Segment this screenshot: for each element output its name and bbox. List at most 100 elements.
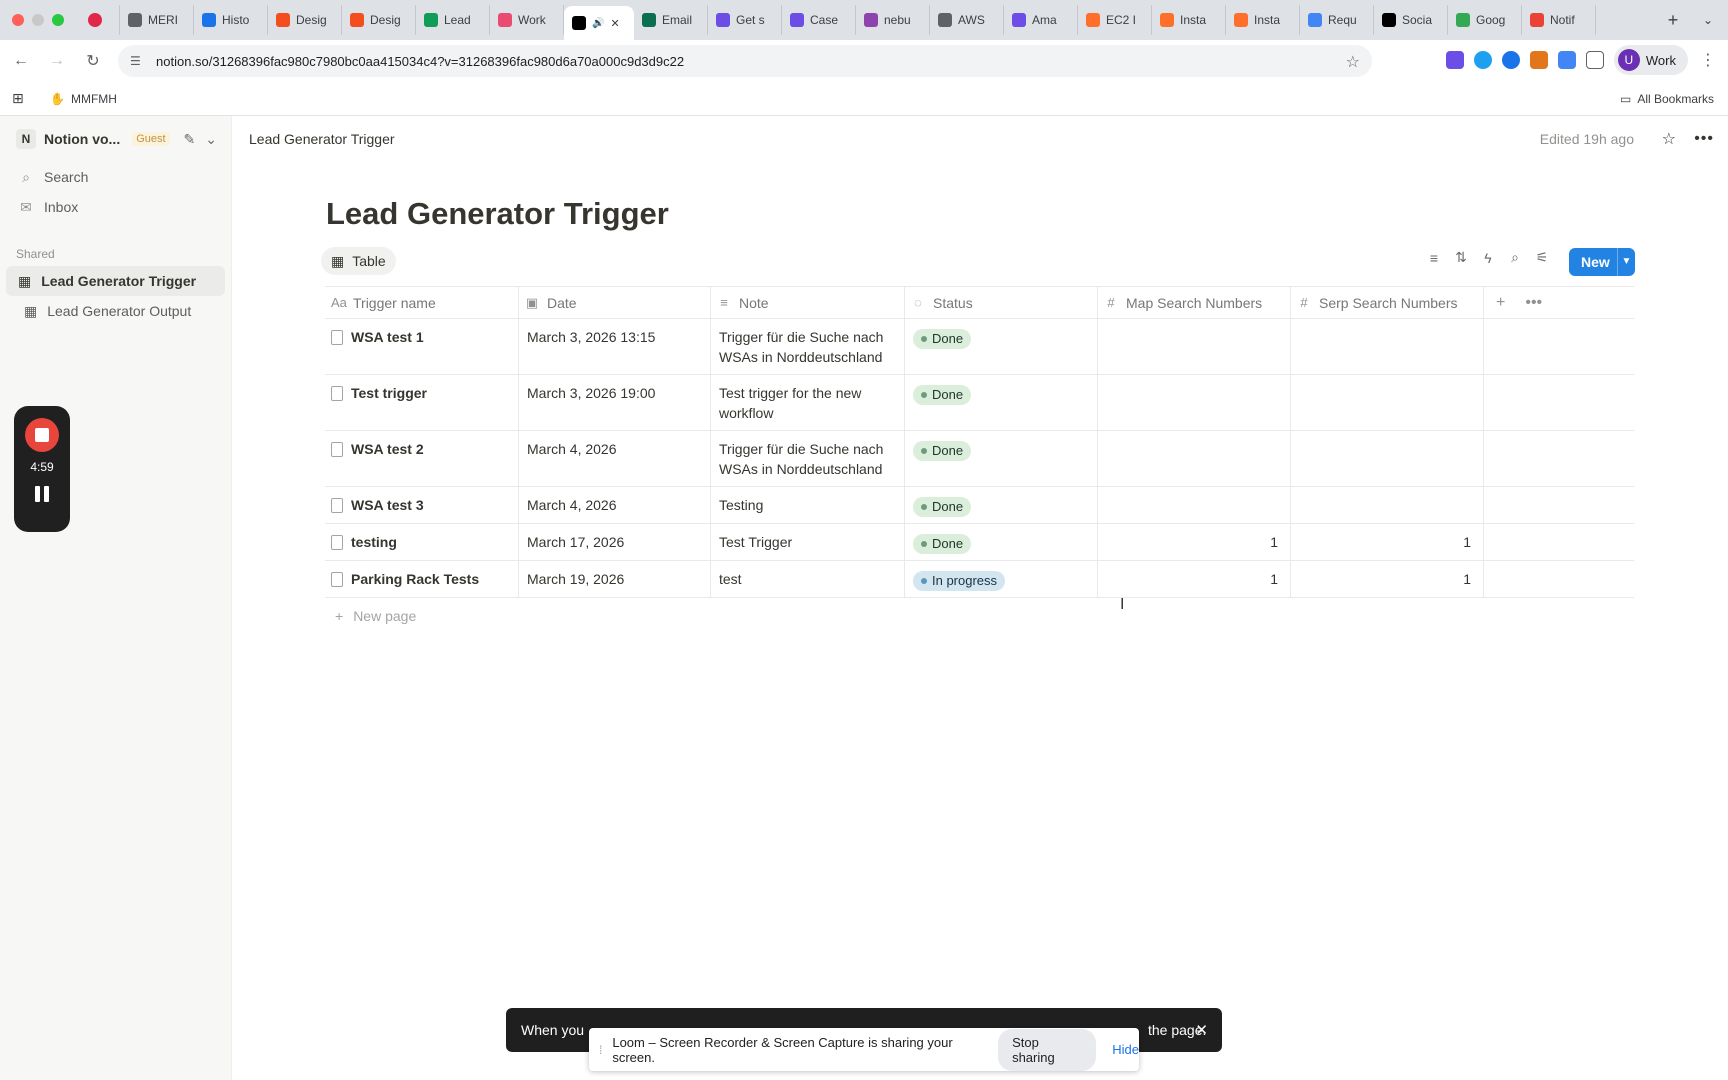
browser-tab[interactable]: Insta [1152,5,1226,35]
cell-map-search-numbers[interactable] [1098,375,1291,430]
drag-handle-icon[interactable]: ⁞ [599,1043,602,1057]
search-icon[interactable]: ⌕ [1507,249,1523,266]
table-row[interactable]: WSA test 1 March 3, 2026 13:15 Trigger für… [325,319,1634,375]
browser-tab[interactable]: Insta [1226,5,1300,35]
bookmark-star-icon[interactable]: ☆ [1346,52,1360,72]
table-row[interactable]: WSA test 2 March 4, 2026 Trigger für die S… [325,431,1634,487]
back-button[interactable]: ← [6,46,36,76]
profile-button[interactable]: U Work [1613,45,1688,75]
browser-tab[interactable]: Get s [708,5,782,35]
automation-bolt-icon[interactable]: ϟ [1480,250,1496,266]
puzzle-extensions-icon[interactable] [1585,51,1604,69]
site-info-icon[interactable]: ☰ [130,54,144,68]
column-header-note[interactable]: ≡ Note [711,287,905,318]
filter-icon[interactable]: ≡ [1426,250,1442,266]
new-button[interactable]: New ▼ [1569,248,1635,276]
cell-status[interactable]: Done [905,375,1098,430]
table-row[interactable]: WSA test 3 March 4, 2026 Testing Done [325,487,1634,524]
minimize-window-button[interactable] [32,14,44,26]
new-tab-button[interactable]: + [1658,10,1688,31]
browser-tab-active[interactable]: 🔊 ✕ [564,6,634,40]
more-options-icon[interactable]: ••• [1694,130,1714,148]
browser-tab[interactable]: AWS [930,5,1004,35]
column-header-trigger-name[interactable]: Aa Trigger name [325,287,519,318]
cell-status[interactable]: Done [905,431,1098,486]
browser-tab[interactable]: Histo [194,5,268,35]
cell-trigger-name[interactable]: WSA test 3 [325,487,519,523]
cell-status[interactable]: Done [905,524,1098,560]
close-tab-icon[interactable]: ✕ [610,17,619,30]
cell-date[interactable]: March 17, 2026 [519,524,711,560]
cell-date[interactable]: March 4, 2026 [519,431,711,486]
sort-icon[interactable]: ⇅ [1453,249,1469,266]
tab-search-chevron-icon[interactable]: ⌄ [1688,13,1728,27]
favorite-star-icon[interactable]: ☆ [1662,129,1676,149]
sidebar-inbox[interactable]: ✉ Inbox [0,192,231,222]
cell-note[interactable]: Testing [711,487,905,523]
browser-tab[interactable]: Goog [1448,5,1522,35]
column-header-serp-search-numbers[interactable]: # Serp Search Numbers [1291,287,1484,318]
forward-button[interactable]: → [42,46,72,76]
column-header-date[interactable]: ▣ Date [519,287,711,318]
browser-tab[interactable]: MERI [120,5,194,35]
add-column-plus-icon[interactable]: + [1496,294,1505,312]
browser-tab[interactable]: Desig [268,5,342,35]
browser-tab[interactable]: Ama [1004,5,1078,35]
browser-tab[interactable]: nebu [856,5,930,35]
zoom-window-button[interactable] [52,14,64,26]
browser-tab[interactable]: EC2 I [1078,5,1152,35]
column-header-status[interactable]: ◌ Status [905,287,1098,318]
cell-trigger-name[interactable]: Test trigger [325,375,519,430]
add-new-page-row[interactable]: + New page [325,598,1634,634]
cell-map-search-numbers[interactable] [1098,431,1291,486]
table-row[interactable]: Parking Rack Tests March 19, 2026 test In p… [325,561,1634,598]
cell-trigger-name[interactable]: testing [325,524,519,560]
cell-map-search-numbers[interactable] [1098,487,1291,523]
pause-recording-button[interactable] [35,486,49,502]
column-header-map-search-numbers[interactable]: # Map Search Numbers [1098,287,1291,318]
page-title[interactable]: Lead Generator Trigger [326,196,669,232]
browser-tab[interactable]: Work [490,5,564,35]
browser-tab[interactable]: Requ [1300,5,1374,35]
apps-grid-icon[interactable]: ⊞ [12,90,32,107]
cell-status[interactable]: In progress [905,561,1098,597]
sidebar-item-lead-generator-trigger[interactable]: ▦ Lead Generator Trigger [6,266,225,296]
more-options-icon[interactable]: ••• [1525,294,1542,312]
close-icon[interactable]: ✕ [1195,1021,1208,1039]
browser-tab[interactable]: Notif [1522,5,1596,35]
extension-icon[interactable] [1501,51,1520,69]
cell-map-search-numbers[interactable]: 1 [1098,524,1291,560]
browser-tab[interactable]: Desig [342,5,416,35]
browser-tab[interactable]: Socia [1374,5,1448,35]
cell-note[interactable]: test [711,561,905,597]
chevron-down-icon[interactable]: ▼ [1617,248,1635,276]
stop-sharing-button[interactable]: Stop sharing [998,1028,1097,1071]
address-bar[interactable]: ☰ notion.so/31268396fac980c7980bc0aa4150… [118,45,1372,77]
cell-status[interactable]: Done [905,319,1098,374]
cell-note[interactable]: Test trigger for the new workflow [711,375,905,430]
extension-icon[interactable] [1557,51,1576,69]
stop-recording-button[interactable] [25,418,59,452]
sidebar-item-lead-generator-output[interactable]: ▦ Lead Generator Output [6,296,225,326]
extension-icon[interactable] [1445,51,1464,69]
hide-button[interactable]: Hide [1112,1042,1139,1057]
cell-date[interactable]: March 3, 2026 19:00 [519,375,711,430]
settings-sliders-icon[interactable]: ⚟ [1534,249,1550,266]
cell-serp-search-numbers[interactable] [1291,375,1484,430]
cell-note[interactable]: Trigger für die Suche nach WSAs in Nordd… [711,319,905,374]
browser-menu-icon[interactable]: ⋮ [1698,50,1718,70]
close-window-button[interactable] [12,14,24,26]
cell-date[interactable]: March 3, 2026 13:15 [519,319,711,374]
reload-button[interactable]: ↻ [78,46,108,76]
cell-trigger-name[interactable]: Parking Rack Tests [325,561,519,597]
bookmark-item[interactable]: ✋ MMFMH [50,92,117,106]
chevron-down-icon[interactable]: ⌄ [205,131,217,148]
browser-tab[interactable]: Case [782,5,856,35]
cell-map-search-numbers[interactable] [1098,319,1291,374]
cell-note[interactable]: Test Trigger [711,524,905,560]
metamask-extension-icon[interactable] [1529,51,1548,69]
cell-status[interactable]: Done [905,487,1098,523]
cell-trigger-name[interactable]: WSA test 2 [325,431,519,486]
compose-icon[interactable]: ✎ [184,131,196,148]
cell-note[interactable]: Trigger für die Suche nach WSAs in Nordd… [711,431,905,486]
